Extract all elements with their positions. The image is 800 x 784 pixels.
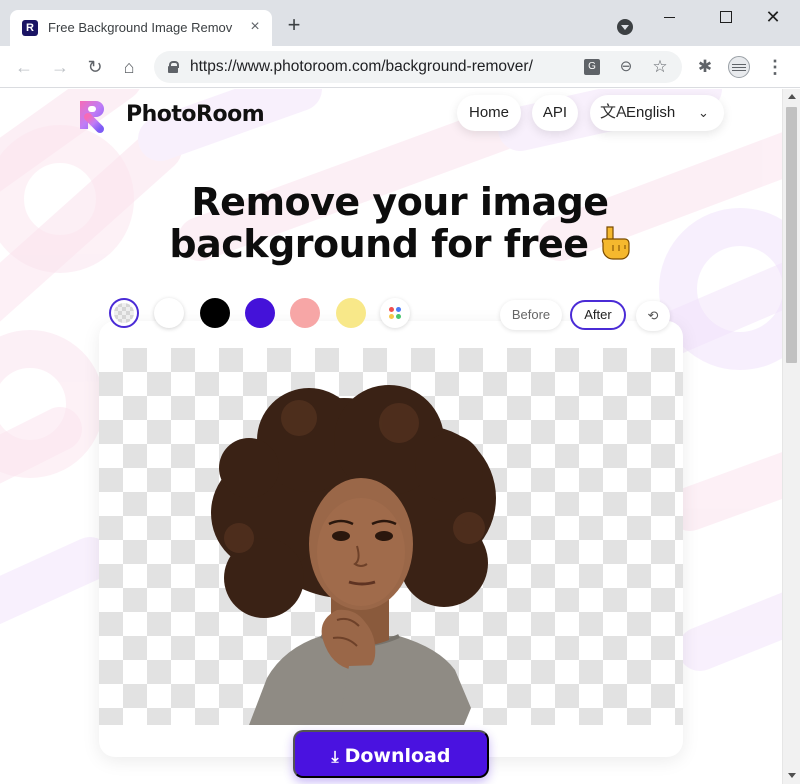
language-label: English (626, 104, 676, 121)
translate-icon[interactable]: G (584, 59, 600, 75)
page-headline: Remove your image background for free (140, 181, 660, 265)
swatch-pink[interactable] (290, 298, 320, 328)
browser-tab[interactable]: R Free Background Image Remov × (10, 10, 272, 46)
forward-arrow-icon[interactable]: → (49, 56, 71, 78)
home-icon[interactable]: ⌂ (118, 56, 140, 78)
result-image-canvas[interactable] (99, 348, 683, 725)
reload-icon[interactable]: ↻ (84, 56, 106, 78)
tab-title: Free Background Image Remov (48, 20, 233, 35)
swatch-yellow[interactable] (336, 298, 366, 328)
bookmark-star-icon[interactable]: ☆ (651, 58, 669, 76)
translate-language-icon: 文A (600, 104, 627, 121)
headline-line-2: background for free (169, 222, 589, 266)
browser-menu-icon[interactable]: ⋮ (764, 56, 786, 78)
nav-api-link[interactable]: API (532, 95, 578, 131)
swatch-transparent[interactable] (109, 298, 139, 328)
after-toggle-button[interactable]: After (570, 300, 626, 330)
chevron-down-icon: ⌄ (698, 105, 709, 120)
headline-line-1: Remove your image (191, 180, 609, 224)
address-bar[interactable]: https://www.photoroom.com/background-rem… (154, 51, 682, 83)
download-icon: ⤓ (331, 747, 339, 766)
new-tab-icon[interactable]: + (284, 14, 304, 36)
extensions-puzzle-icon[interactable]: ✱ (694, 56, 716, 78)
nav-home-link[interactable]: Home (457, 95, 521, 131)
close-window-button[interactable]: ✕ (758, 8, 788, 26)
scrollbar-thumb[interactable] (786, 107, 797, 363)
swatch-purple[interactable] (245, 298, 275, 328)
tab-search-icon[interactable] (617, 19, 633, 35)
maximize-window-button[interactable] (710, 8, 740, 26)
before-toggle-button[interactable]: Before (500, 300, 562, 330)
browser-tabstrip: R Free Background Image Remov × + ✕ (0, 0, 800, 46)
lock-icon[interactable] (168, 61, 179, 73)
site-favicon-icon: R (22, 20, 38, 36)
page-viewport: PhotoRoom Home API 文A English ⌄ Remove y… (0, 89, 782, 784)
back-arrow-icon[interactable]: ← (13, 56, 35, 78)
scroll-down-arrow-icon[interactable] (788, 773, 796, 778)
brand-name[interactable]: PhotoRoom (126, 102, 265, 127)
minimize-window-button[interactable] (656, 8, 686, 26)
page-scrollbar[interactable] (782, 89, 800, 784)
zoom-out-icon[interactable]: ⊖ (617, 58, 635, 76)
swatch-black[interactable] (200, 298, 230, 328)
reset-icon[interactable]: ⟲ (636, 301, 670, 331)
language-select[interactable]: 文A English ⌄ (590, 95, 724, 131)
pointing-down-hand-icon (601, 226, 630, 260)
scroll-up-arrow-icon[interactable] (788, 94, 796, 99)
tab-close-icon[interactable]: × (246, 18, 264, 36)
photoroom-logo-icon (80, 101, 104, 133)
more-colors-palette-icon[interactable] (380, 298, 410, 328)
swatch-white[interactable] (154, 298, 184, 328)
url-text[interactable]: https://www.photoroom.com/background-rem… (190, 58, 533, 76)
browser-toolbar: ← → ↻ ⌂ https://www.photoroom.com/backgr… (0, 46, 800, 88)
headline-line-2-wrap: background for free (140, 223, 660, 265)
cutout-subject-image (211, 385, 496, 725)
download-button[interactable]: ⤓ Download (293, 730, 489, 778)
download-label: Download (344, 745, 451, 767)
profile-avatar-icon[interactable] (728, 56, 750, 78)
